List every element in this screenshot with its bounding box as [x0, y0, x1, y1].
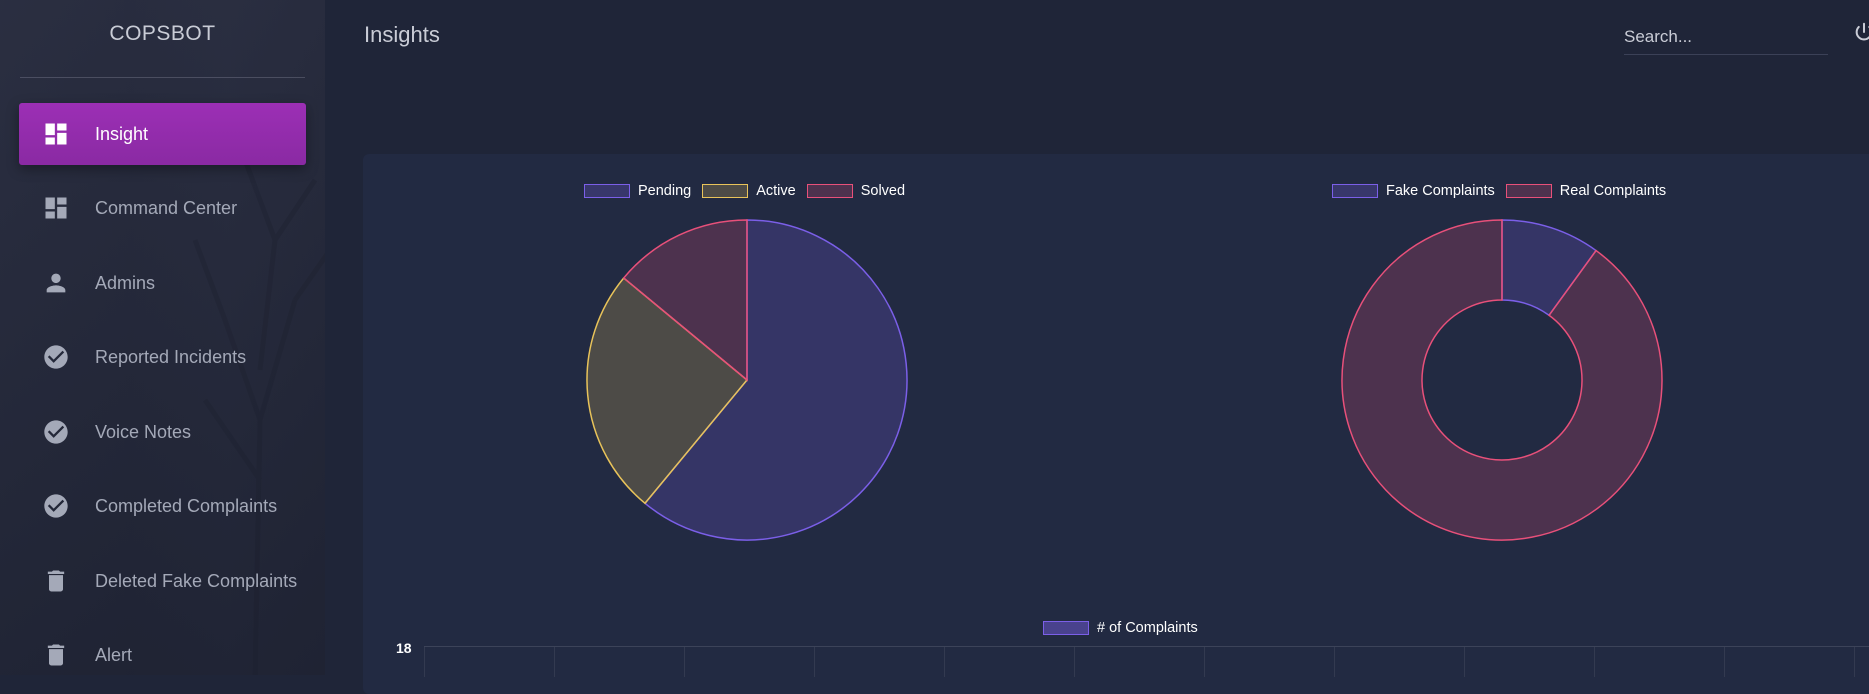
legend-swatch [1505, 184, 1552, 198]
complaints-bar-legend: # of Complaints [1043, 620, 1209, 636]
status-pie-chart [586, 219, 908, 541]
person-icon [41, 268, 71, 298]
legend-entry-solved[interactable]: Solved [806, 183, 906, 199]
grid-line [554, 647, 555, 677]
check-circle-icon [41, 342, 71, 372]
y-axis-tick-label: 18 [396, 640, 412, 656]
legend-swatch [806, 184, 853, 198]
page-title: Insights [364, 22, 440, 47]
brand-divider [20, 77, 305, 78]
trash-icon [41, 640, 71, 670]
grid-line [1334, 647, 1335, 677]
grid-line [1464, 647, 1465, 677]
legend-entry-complaints[interactable]: # of Complaints [1043, 620, 1198, 636]
check-circle-icon [41, 491, 71, 521]
grid-line [684, 647, 685, 677]
legend-label: Fake Complaints [1386, 183, 1495, 199]
grid-line [1594, 647, 1595, 677]
search-input[interactable] [1624, 20, 1828, 55]
legend-label: Solved [860, 183, 906, 199]
legend-swatch [702, 184, 749, 198]
trash-icon [41, 566, 71, 596]
grid-line [1724, 647, 1725, 677]
legend-label: # of Complaints [1097, 620, 1198, 636]
sidebar-item-alert[interactable]: Alert [19, 624, 306, 675]
grid-line [1074, 647, 1075, 677]
grid-line [1854, 647, 1855, 677]
complaints-doughnut-legend: Fake Complaints Real Complaints [1332, 183, 1677, 199]
legend-label: Pending [638, 183, 692, 199]
complaints-doughnut-chart [1341, 219, 1663, 541]
sidebar-item-label: Alert [95, 644, 133, 665]
legend-swatch [1332, 184, 1378, 198]
legend-swatch [1043, 621, 1089, 635]
complaints-bar-chart-area [424, 646, 1869, 677]
sidebar-item-label: Reported Incidents [95, 346, 247, 367]
sidebar-item-admins[interactable]: Admins [19, 252, 306, 314]
legend-entry-fake-complaints[interactable]: Fake Complaints [1332, 183, 1495, 199]
check-circle-icon [41, 417, 71, 447]
sidebar-item-label: Deleted Fake Complaints [95, 570, 298, 591]
sidebar-item-label: Command Center [95, 197, 238, 218]
grid-line [944, 647, 945, 677]
grid-line [1204, 647, 1205, 677]
sidebar-item-insight[interactable]: Insight [19, 103, 306, 165]
sidebar-item-voice-notes[interactable]: Voice Notes [19, 401, 306, 463]
legend-swatch [584, 184, 630, 198]
legend-entry-active[interactable]: Active [702, 183, 796, 199]
legend-entry-pending[interactable]: Pending [584, 183, 691, 199]
power-icon[interactable] [1853, 21, 1869, 43]
legend-label: Real Complaints [1559, 183, 1667, 199]
brand-logo-text: COPSBOT [109, 22, 216, 45]
sidebar-item-reported-incidents[interactable]: Reported Incidents [19, 326, 306, 388]
legend-entry-real-complaints[interactable]: Real Complaints [1505, 183, 1667, 199]
status-pie-legend: Pending Active Solved [584, 183, 916, 199]
sidebar-item-label: Insight [95, 123, 149, 144]
sidebar-item-completed-complaints[interactable]: Completed Complaints [19, 475, 306, 537]
sidebar: COPSBOT Insight Command Center Admins Re… [0, 0, 325, 675]
pie-slice-real-complaints[interactable] [1341, 219, 1663, 541]
sidebar-item-command-center[interactable]: Command Center [19, 177, 306, 239]
sidebar-item-label: Admins [95, 272, 156, 293]
dashboard-icon [41, 193, 71, 223]
dashboard-icon [41, 119, 71, 149]
grid-line [814, 647, 815, 677]
sidebar-item-deleted-fake-complaints[interactable]: Deleted Fake Complaints [19, 550, 306, 612]
grid-line [424, 647, 425, 677]
sidebar-item-label: Voice Notes [95, 421, 192, 442]
sidebar-item-label: Completed Complaints [95, 495, 278, 516]
legend-label: Active [756, 183, 796, 199]
